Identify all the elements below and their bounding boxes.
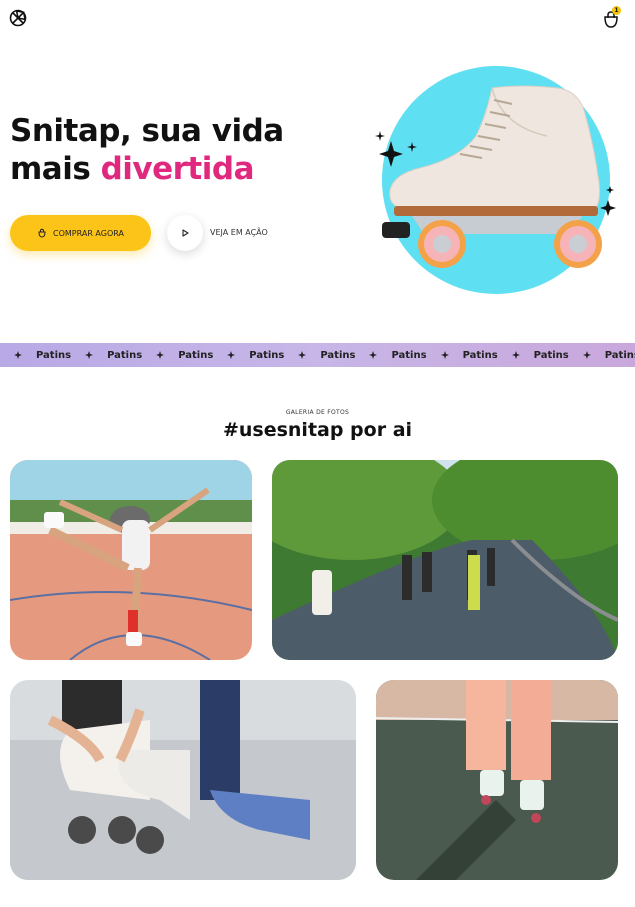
gallery-eyebrow: GALERIA DE FOTOS: [285, 409, 350, 416]
photo-group-skating-park[interactable]: [272, 460, 618, 660]
sparkle-icon: [369, 351, 378, 359]
ticker-item: Patins: [569, 350, 635, 361]
play-icon: [182, 229, 189, 237]
ticker-label: Patins: [249, 349, 285, 361]
photo-skates-on-track[interactable]: [376, 680, 618, 880]
play-video-button[interactable]: [167, 215, 203, 251]
ticker-item: Patins: [213, 350, 284, 361]
ticker-item: Patins: [498, 350, 569, 361]
photo-tying-skates[interactable]: [10, 680, 356, 880]
ticker-item: Patins: [142, 350, 213, 361]
gallery-title: #usesnitap por ai: [222, 419, 413, 441]
sparkle-icon: [582, 351, 591, 359]
hero-title: Snitap, sua vida mais divertida: [10, 112, 340, 188]
hero-title-line1: Snitap, sua vida: [10, 113, 284, 149]
snitap-logo-icon[interactable]: [9, 9, 27, 27]
ticker-label: Patins: [391, 349, 427, 361]
roller-skate-illustration: [372, 66, 622, 302]
sparkle-icon: [227, 351, 236, 359]
sparkle-icon: [298, 351, 307, 359]
skate-wheel: [418, 220, 466, 268]
ticker-label: Patins: [462, 349, 498, 361]
buy-now-label: COMPRAR AGORA: [53, 228, 124, 238]
ticker-item: Patins: [284, 350, 355, 361]
buy-now-button[interactable]: COMPRAR AGORA: [10, 215, 151, 251]
top-navigation-bar: 1: [0, 0, 635, 40]
shopping-bag-button[interactable]: 1: [600, 6, 622, 30]
hero-title-accent: divertida: [100, 151, 255, 187]
ticker-label: Patins: [533, 349, 569, 361]
ticker-item: Patins: [71, 350, 142, 361]
ticker-label: Patins: [604, 349, 635, 361]
watch-in-action-link[interactable]: VEJA EM AÇÃO: [210, 228, 268, 237]
ticker-item: Patins: [355, 349, 427, 361]
shopping-bag-icon: [38, 228, 46, 238]
hero-title-line2-prefix: mais: [10, 151, 101, 187]
ticker-label: Patins: [107, 349, 143, 361]
sparkle-icon: [14, 351, 22, 359]
marquee-ticker: Patins Patins Patins Patins Patins Patins Pati…: [0, 343, 635, 367]
photo-woman-skating-court[interactable]: [10, 460, 252, 660]
sparkle-icon: [85, 351, 94, 359]
sparkle-icon: [156, 351, 165, 359]
ticker-label: Patins: [178, 349, 214, 361]
ticker-item: Patins: [427, 350, 498, 361]
ticker-label: Patins: [320, 349, 356, 361]
ticker-label: Patins: [36, 349, 72, 361]
sparkle-icon: [511, 351, 520, 359]
cart-count-badge: 1: [612, 6, 621, 15]
sparkle-icon: [440, 351, 449, 359]
ticker-item: Patins: [0, 350, 71, 361]
